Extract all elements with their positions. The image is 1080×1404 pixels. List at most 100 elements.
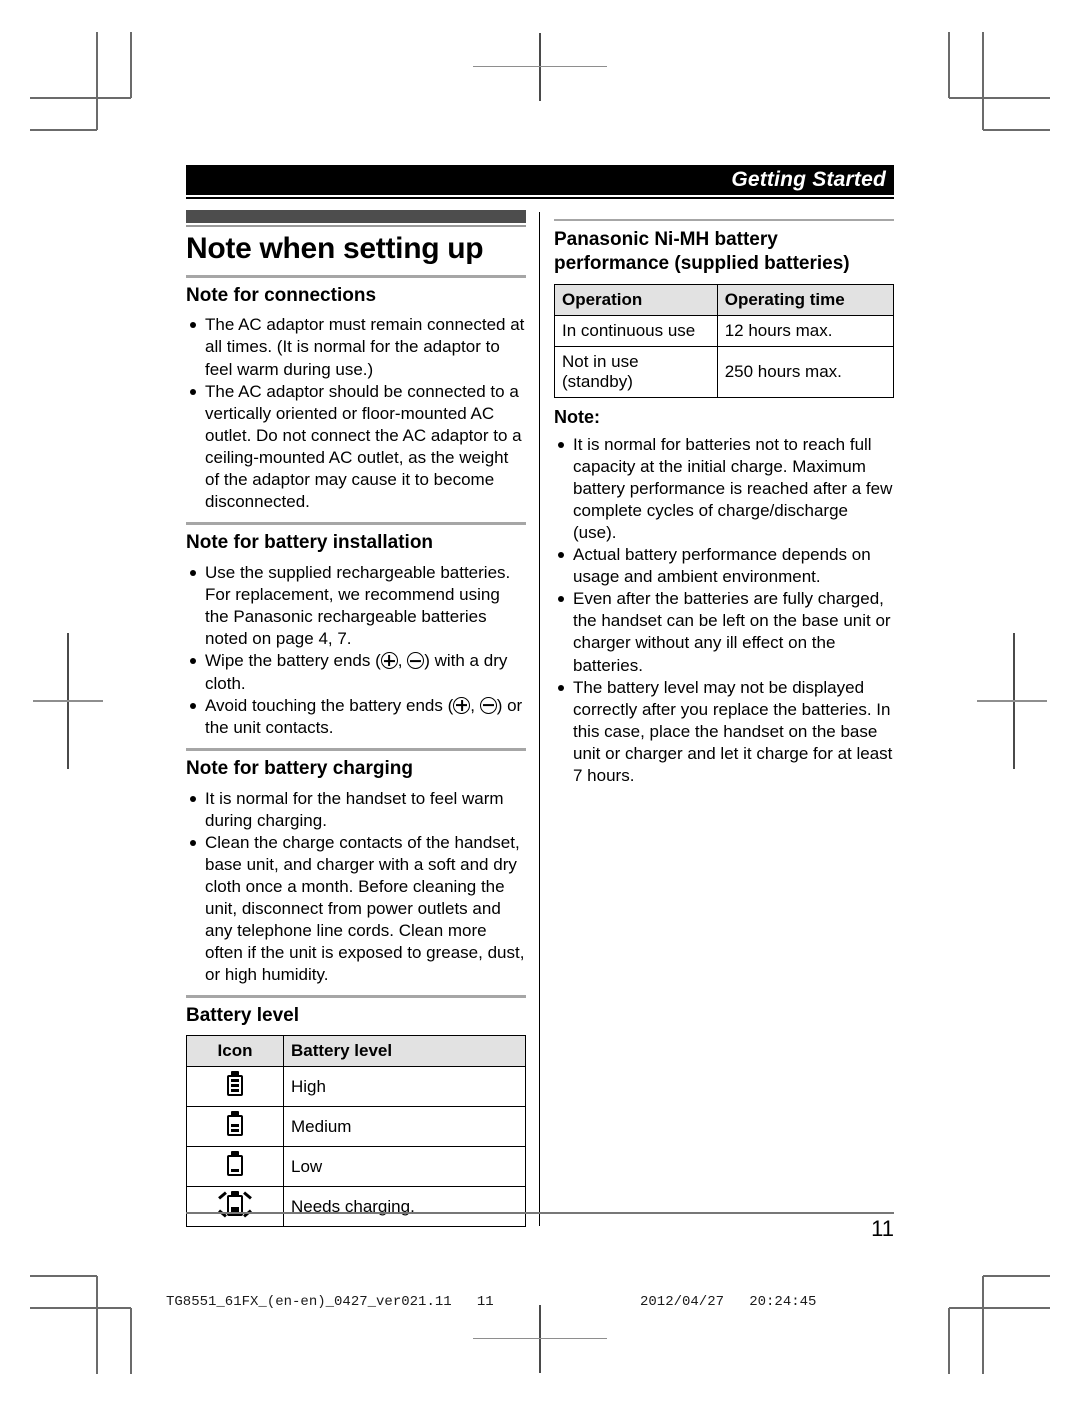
column-header-icon: Icon [186, 1035, 284, 1068]
plus-terminal-icon [453, 696, 471, 714]
note-label: Note: [554, 406, 600, 427]
column-header-operation: Operation [554, 283, 718, 316]
registration-cross-bottom-v [539, 1305, 541, 1373]
operating-time-table: Operation Operating time In continuous u… [554, 283, 895, 398]
list-item: Even after the batteries are fully charg… [554, 588, 894, 676]
header-rule [186, 197, 894, 199]
right-column: Panasonic Ni-MH battery performance (sup… [554, 210, 895, 1227]
wipe-text-pre: Wipe the battery ends ( [205, 651, 381, 671]
list-item: Actual battery performance depends on us… [554, 544, 894, 588]
registration-cross-bottom-h [473, 1338, 607, 1339]
operating-time-value: 250 hours max. [716, 345, 895, 398]
section-heading-battery-installation: Note for battery installation [186, 532, 434, 554]
section-heading-battery-performance: Panasonic Ni-MH battery performance (sup… [554, 228, 894, 277]
operating-time-value: 12 hours max. [716, 314, 895, 347]
page-content: Getting Started Note when setting up Not… [186, 165, 895, 1265]
crop-mark-bottom-left-v1 [96, 1276, 98, 1374]
section-rule-battery-charging [186, 747, 526, 751]
minus-terminal-icon [479, 696, 497, 714]
battery-level-table: Icon Battery level High Medium Low Needs… [186, 1035, 526, 1228]
crop-mark-top-right-h1 [949, 97, 1050, 99]
crop-mark-bottom-right-h1 [949, 1307, 1050, 1309]
crop-mark-top-right-h2 [983, 129, 1050, 131]
crop-mark-top-left-h1 [30, 97, 131, 99]
battery-high-icon [220, 1071, 250, 1097]
battery-level-value: Medium [283, 1106, 526, 1148]
registration-cross-top-h [473, 66, 607, 67]
table-row: Low [186, 1146, 526, 1188]
two-column-layout: Note when setting up Note for connection… [186, 210, 895, 1228]
crop-mark-bottom-left-h2 [30, 1275, 97, 1277]
crop-mark-top-right-v2 [948, 32, 950, 98]
bullet-list-battery-installation: Use the supplied rechargeable batteries.… [186, 562, 526, 739]
section-heading-battery-charging: Note for battery charging [186, 757, 413, 779]
crop-mark-bottom-right-h2 [983, 1275, 1050, 1277]
column-divider [539, 212, 540, 1226]
table-header-row: Operation Operating time [554, 283, 895, 316]
section-heading-battery-level: Battery level [186, 1005, 300, 1027]
battery-medium-icon [220, 1111, 250, 1137]
list-item: The AC adaptor should be connected to a … [186, 381, 526, 514]
crop-mark-top-left-h2 [30, 129, 97, 131]
table-header-row: Icon Battery level [186, 1035, 526, 1068]
heading-line-1: Panasonic Ni-MH battery [554, 229, 778, 250]
section-rule-battery-level [186, 995, 526, 999]
table-row: In continuous use 12 hours max. [554, 314, 895, 347]
left-column: Note when setting up Note for connection… [186, 210, 526, 1228]
plus-terminal-icon [380, 652, 398, 670]
running-header-title: Getting Started [731, 168, 886, 191]
print-slug-right: 2012/04/27 20:24:45 [640, 1294, 817, 1310]
list-item: It is normal for the handset to feel war… [186, 788, 526, 832]
wipe-text-mid: , [397, 651, 408, 671]
running-header: Getting Started [186, 165, 894, 195]
list-item: Use the supplied rechargeable batteries.… [186, 562, 526, 650]
list-item: The AC adaptor must remain connected at … [186, 314, 526, 380]
heading-line-2: performance (supplied batteries) [554, 253, 850, 275]
column-header-battery-level: Battery level [283, 1035, 526, 1068]
column-header-operating-time: Operating time [716, 283, 895, 316]
column-gap [526, 210, 554, 1227]
list-item: Wipe the battery ends (, ) with a dry cl… [186, 650, 526, 694]
page-bottom-rule [186, 1212, 894, 1214]
table-row: Medium [186, 1106, 526, 1148]
crop-mark-bottom-left-v2 [130, 1308, 132, 1374]
chapter-title: Note when setting up [186, 232, 484, 265]
crop-mark-bottom-right-v2 [948, 1308, 950, 1374]
bullet-list-connections: The AC adaptor must remain connected at … [186, 314, 526, 513]
operation-value: Not in use (standby) [554, 345, 718, 398]
battery-level-value: High [283, 1066, 526, 1108]
crop-mark-bottom-right-v1 [982, 1276, 984, 1374]
list-item: Clean the charge contacts of the handset… [186, 832, 526, 987]
registration-cross-left-h [33, 700, 103, 702]
list-item: It is normal for batteries not to reach … [554, 434, 894, 544]
battery-icon-cell [186, 1106, 284, 1148]
crop-mark-top-left-v2 [130, 32, 132, 98]
chapter-top-bar [186, 210, 526, 223]
battery-low-icon [220, 1151, 250, 1177]
list-item: Avoid touching the battery ends (, ) or … [186, 695, 526, 739]
battery-icon-cell [186, 1146, 284, 1188]
battery-level-value: Low [283, 1146, 526, 1188]
registration-cross-top-v [539, 33, 541, 101]
print-slug-left: TG8551_61FX_(en-en)_0427_ver021.11 11 [166, 1294, 494, 1310]
battery-icon-cell [186, 1066, 284, 1108]
avoid-text-mid: , [470, 695, 480, 715]
crop-mark-top-right-v1 [982, 32, 984, 130]
registration-cross-right-h [977, 700, 1047, 702]
bullet-list-battery-charging: It is normal for the handset to feel war… [186, 788, 526, 987]
table-row: High [186, 1066, 526, 1108]
crop-mark-bottom-left-h1 [30, 1307, 131, 1309]
chapter-top-rule [186, 225, 526, 227]
section-heading-connections: Note for connections [186, 284, 377, 306]
crop-mark-top-left-v1 [96, 32, 98, 130]
bullet-list-notes: It is normal for batteries not to reach … [554, 434, 894, 788]
section-rule-battery-installation [186, 522, 526, 526]
minus-terminal-icon [407, 652, 425, 670]
section-rule-battery-performance [554, 219, 894, 221]
avoid-text-pre: Avoid touching the battery ends ( [205, 695, 454, 715]
page-number: 11 [871, 1216, 894, 1241]
table-row: Not in use (standby) 250 hours max. [554, 345, 895, 398]
list-item: The battery level may not be displayed c… [554, 677, 894, 787]
section-rule-connections [186, 274, 526, 278]
operation-value: In continuous use [554, 314, 718, 347]
